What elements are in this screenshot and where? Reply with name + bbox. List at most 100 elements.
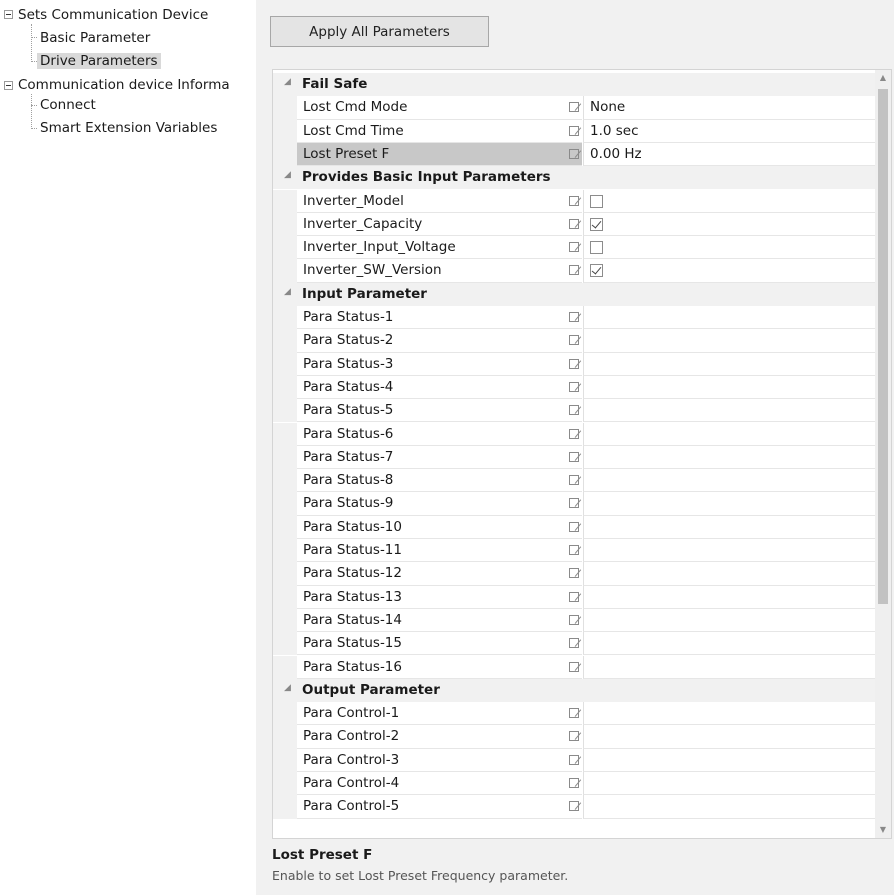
property-checkbox[interactable] [590, 217, 603, 231]
property-checkbox[interactable] [590, 241, 603, 255]
edit-icon[interactable] [569, 661, 579, 672]
property-row[interactable]: Para Status-1 [273, 306, 876, 330]
collapse-icon[interactable] [4, 10, 13, 19]
edit-icon[interactable] [569, 125, 579, 136]
property-value[interactable] [583, 539, 876, 563]
property-value[interactable] [583, 515, 876, 539]
edit-icon[interactable] [569, 708, 579, 719]
edit-icon[interactable] [569, 218, 579, 229]
collapse-arrow-icon[interactable]: ◢ [284, 683, 291, 693]
edit-icon[interactable] [569, 568, 579, 579]
edit-icon[interactable] [569, 428, 579, 439]
property-row[interactable]: Para Status-2 [273, 329, 876, 353]
edit-icon[interactable] [569, 148, 579, 159]
property-value[interactable] [583, 399, 876, 423]
property-row[interactable]: Para Status-5 [273, 399, 876, 423]
property-value[interactable] [583, 702, 876, 726]
scroll-down-icon[interactable]: ▼ [875, 822, 891, 838]
property-value[interactable] [583, 352, 876, 376]
edit-icon[interactable] [569, 405, 579, 416]
edit-icon[interactable] [569, 335, 579, 346]
edit-icon[interactable] [569, 498, 579, 509]
edit-icon[interactable] [569, 521, 579, 532]
property-row[interactable]: Para Control-1 [273, 702, 876, 726]
property-checkbox[interactable] [590, 264, 603, 278]
collapse-arrow-icon[interactable]: ◢ [284, 77, 291, 87]
property-row[interactable]: Para Status-6 [273, 422, 876, 446]
property-value[interactable] [583, 585, 876, 609]
edit-icon[interactable] [569, 265, 579, 276]
collapse-arrow-icon[interactable]: ◢ [284, 287, 291, 297]
collapse-arrow-icon[interactable]: ◢ [284, 170, 291, 180]
property-value[interactable] [583, 189, 876, 213]
property-value[interactable] [583, 748, 876, 772]
property-value[interactable] [583, 632, 876, 656]
edit-icon[interactable] [569, 591, 579, 602]
property-row[interactable]: Para Status-3 [273, 352, 876, 376]
property-row[interactable]: Para Status-8 [273, 469, 876, 493]
property-value[interactable] [583, 795, 876, 819]
tree-item-smart-extension-variables[interactable]: Smart Extension Variables [40, 118, 217, 138]
property-value[interactable]: None [583, 96, 876, 120]
property-row[interactable]: Para Status-11 [273, 539, 876, 563]
property-row[interactable]: Inverter_Model [273, 189, 876, 213]
vertical-scrollbar[interactable]: ▲ ▼ [875, 70, 891, 838]
property-row[interactable]: Para Control-3 [273, 748, 876, 772]
edit-icon[interactable] [569, 778, 579, 788]
property-row[interactable]: Para Status-13 [273, 585, 876, 609]
tree-item-sets-communication-device[interactable]: Sets Communication Device [18, 5, 208, 25]
property-row[interactable]: Para Status-15 [273, 632, 876, 656]
category-row[interactable]: ◢ Output Parameter [273, 678, 876, 703]
property-value[interactable] [583, 608, 876, 633]
category-row[interactable]: ◢ Fail Safe [273, 73, 876, 97]
property-value[interactable] [583, 469, 876, 493]
property-row[interactable]: Para Status-7 [273, 445, 876, 470]
category-row[interactable]: ◢ Input Parameter [273, 282, 876, 306]
property-value[interactable]: 1.0 sec [583, 119, 876, 143]
edit-icon[interactable] [569, 312, 579, 322]
property-value[interactable] [583, 236, 876, 260]
property-row[interactable]: Para Status-9 [273, 492, 876, 516]
property-row[interactable]: Lost Cmd Time 1.0 sec [273, 119, 876, 143]
edit-icon[interactable] [569, 614, 579, 625]
property-value[interactable] [583, 772, 876, 796]
property-row[interactable]: Para Status-16 [273, 655, 876, 679]
edit-icon[interactable] [569, 358, 579, 369]
property-row[interactable]: Para Status-12 [273, 562, 876, 586]
property-row[interactable]: Lost Cmd Mode None [273, 96, 876, 120]
property-row[interactable]: Para Control-2 [273, 725, 876, 749]
edit-icon[interactable] [569, 381, 579, 392]
property-row[interactable]: Lost Preset F 0.00 Hz [273, 142, 876, 167]
property-row[interactable]: Para Status-10 [273, 515, 876, 539]
property-row[interactable]: Inverter_Capacity [273, 212, 876, 237]
property-value[interactable]: 0.00 Hz [583, 142, 876, 167]
property-row[interactable]: Para Status-14 [273, 608, 876, 633]
property-value[interactable] [583, 259, 876, 283]
edit-icon[interactable] [569, 195, 579, 206]
edit-icon[interactable] [569, 475, 579, 486]
property-value[interactable] [583, 562, 876, 586]
property-row[interactable]: Para Control-4 [273, 772, 876, 796]
property-row[interactable]: Inverter_SW_Version [273, 259, 876, 283]
property-row[interactable]: Para Control-5 [273, 795, 876, 819]
collapse-icon[interactable] [4, 81, 13, 90]
edit-icon[interactable] [569, 638, 579, 649]
edit-icon[interactable] [569, 754, 579, 765]
tree-item-drive-parameters[interactable]: Drive Parameters [37, 51, 161, 71]
property-row[interactable]: Para Status-4 [273, 375, 876, 400]
tree-item-communication-device-information[interactable]: Communication device Informa [18, 75, 230, 95]
property-value[interactable] [583, 725, 876, 749]
property-checkbox[interactable] [590, 194, 603, 208]
edit-icon[interactable] [569, 242, 579, 253]
tree-item-connect[interactable]: Connect [40, 95, 96, 115]
property-value[interactable] [583, 655, 876, 679]
property-value[interactable] [583, 306, 876, 330]
edit-icon[interactable] [569, 102, 579, 113]
edit-icon[interactable] [569, 731, 579, 742]
property-value[interactable] [583, 422, 876, 446]
scrollbar-thumb[interactable] [878, 89, 888, 604]
scroll-up-icon[interactable]: ▲ [875, 70, 891, 86]
property-value[interactable] [583, 492, 876, 516]
edit-icon[interactable] [569, 545, 579, 555]
category-row[interactable]: ◢ Provides Basic Input Parameters [273, 166, 876, 190]
